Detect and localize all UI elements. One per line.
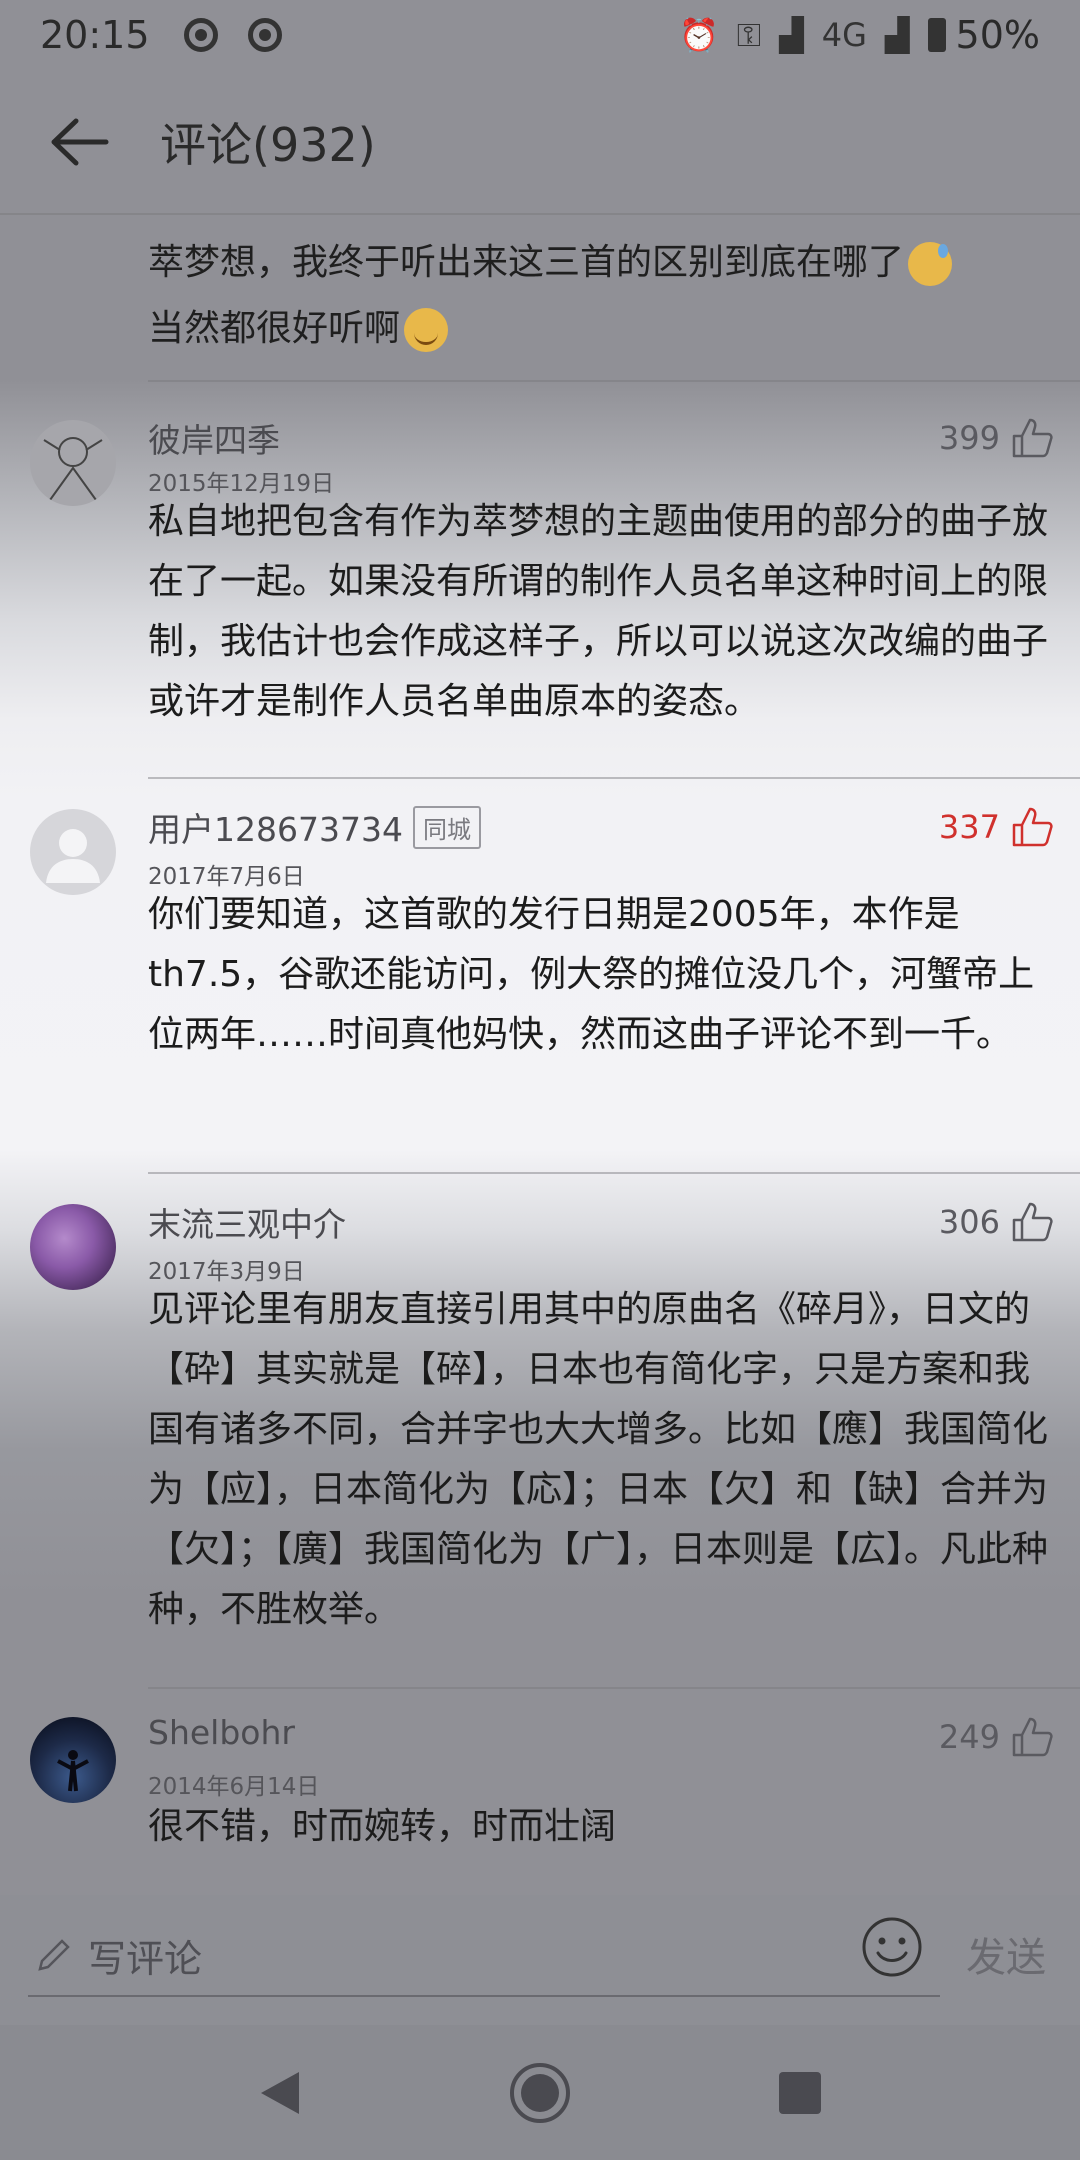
circle-home-icon [510, 2062, 570, 2123]
status-time: 20:15 [40, 13, 150, 57]
avatar[interactable] [30, 1204, 116, 1290]
thumbs-up-icon [1012, 418, 1053, 458]
comment-text-partial: 萃梦想，我终于听出来这三首的区别到底在哪了 当然都很好听啊 [148, 230, 1048, 362]
divider [148, 1687, 1080, 1689]
comment-item: Shelbohr 2014年6月14日 249 很不错，时而婉转，时而壮阔 [0, 1687, 1080, 1887]
smile-emoji-icon [404, 308, 449, 352]
like-count: 337 [938, 808, 1000, 846]
pencil-icon [38, 1939, 70, 1971]
network-type: 4G [821, 16, 867, 54]
comment-username[interactable]: Shelbohr [148, 1713, 295, 1752]
like-count: 249 [938, 1718, 1000, 1756]
comment-input[interactable]: 写评论 [28, 1915, 940, 1997]
signal-icon: ▟ [884, 16, 910, 54]
nav-back-button[interactable] [240, 2053, 320, 2133]
smiley-icon [862, 1917, 922, 1977]
nav-home-button[interactable] [500, 2053, 580, 2133]
divider [148, 777, 1080, 779]
comment-text: 很不错，时而婉转，时而壮阔 [148, 1806, 617, 1847]
comment-item: 用户128673734 同城 2017年7月6日 337 你们要知道，这首歌的发… [0, 777, 1080, 1172]
comment-list[interactable]: 萃梦想，我终于听出来这三首的区别到底在哪了 当然都很好听啊 彼岸四季 2015年… [0, 215, 1080, 1895]
triangle-back-icon [261, 2071, 299, 2114]
avatar[interactable] [30, 1717, 116, 1803]
back-arrow-icon [51, 118, 109, 165]
emoji-button[interactable] [860, 1915, 924, 1979]
comment-text-line: 当然都很好听啊 [148, 308, 401, 349]
nav-recents-button[interactable] [760, 2053, 840, 2133]
comment-input-bar: 写评论 发送 [0, 1895, 1080, 2025]
battery-percent: 50% [955, 13, 1040, 57]
divider [148, 1172, 1080, 1174]
like-count: 399 [938, 419, 1000, 457]
battery-icon [927, 18, 946, 52]
notification-icon [183, 18, 218, 52]
like-button[interactable]: 337 [939, 805, 1054, 849]
notification-icon [247, 18, 282, 52]
comment-date: 2014年6月14日 [148, 1774, 320, 1800]
like-button[interactable]: 249 [939, 1715, 1054, 1759]
page-title: 评论(932) [160, 117, 376, 172]
comment-item: 末流三观中介 2017年3月9日 306 见评论里有朋友直接引用其中的原曲名《碎… [0, 1172, 1080, 1687]
comment-text: 见评论里有朋友直接引用其中的原曲名《碎月》，日文的【砕】其实就是【碎】，日本也有… [148, 1289, 1049, 1630]
status-bar: 20:15 ⏰ ⚿ ▟ 4G ▟ 50% [0, 0, 1080, 70]
like-count: 306 [938, 1203, 1000, 1241]
avatar[interactable] [30, 809, 116, 895]
comment-input-placeholder: 写评论 [88, 1936, 203, 1981]
comment-username[interactable]: 用户128673734 同城 [148, 803, 481, 851]
comment-text: 你们要知道，这首歌的发行日期是2005年，本作是th7.5，谷歌还能访问，例大祭… [148, 894, 1035, 1055]
app-header: 评论(932) [0, 70, 1080, 215]
thumbs-up-icon [1012, 807, 1053, 847]
comment-username[interactable]: 彼岸四季 [148, 414, 280, 462]
square-recents-icon [779, 2071, 821, 2114]
divider [148, 380, 1080, 382]
send-button[interactable]: 发送 [966, 1925, 1046, 1983]
key-icon: ⚿ [736, 15, 762, 54]
comment-text: 私自地把包含有作为萃梦想的主题曲使用的部分的曲子放在了一起。如果没有所谓的制作人… [148, 501, 1049, 722]
comment-username[interactable]: 末流三观中介 [148, 1198, 346, 1246]
comment-item: 彼岸四季 2015年12月19日 399 私自地把包含有作为萃梦想的主题曲使用的… [0, 380, 1080, 775]
like-button[interactable]: 306 [939, 1200, 1054, 1244]
system-nav-bar [0, 2025, 1080, 2160]
thumbs-up-icon [1012, 1202, 1053, 1242]
back-button[interactable] [0, 69, 160, 214]
signal-icon: ▟ [779, 16, 804, 54]
username-text: 用户128673734 [148, 810, 403, 849]
avatar[interactable] [30, 420, 116, 506]
alarm-icon: ⏰ [678, 16, 719, 54]
sweat-emoji-icon [908, 242, 953, 286]
same-city-badge: 同城 [412, 805, 481, 849]
like-button[interactable]: 399 [939, 416, 1054, 460]
comment-text-line: 萃梦想，我终于听出来这三首的区别到底在哪了 [148, 242, 905, 283]
thumbs-up-icon [1012, 1717, 1053, 1757]
